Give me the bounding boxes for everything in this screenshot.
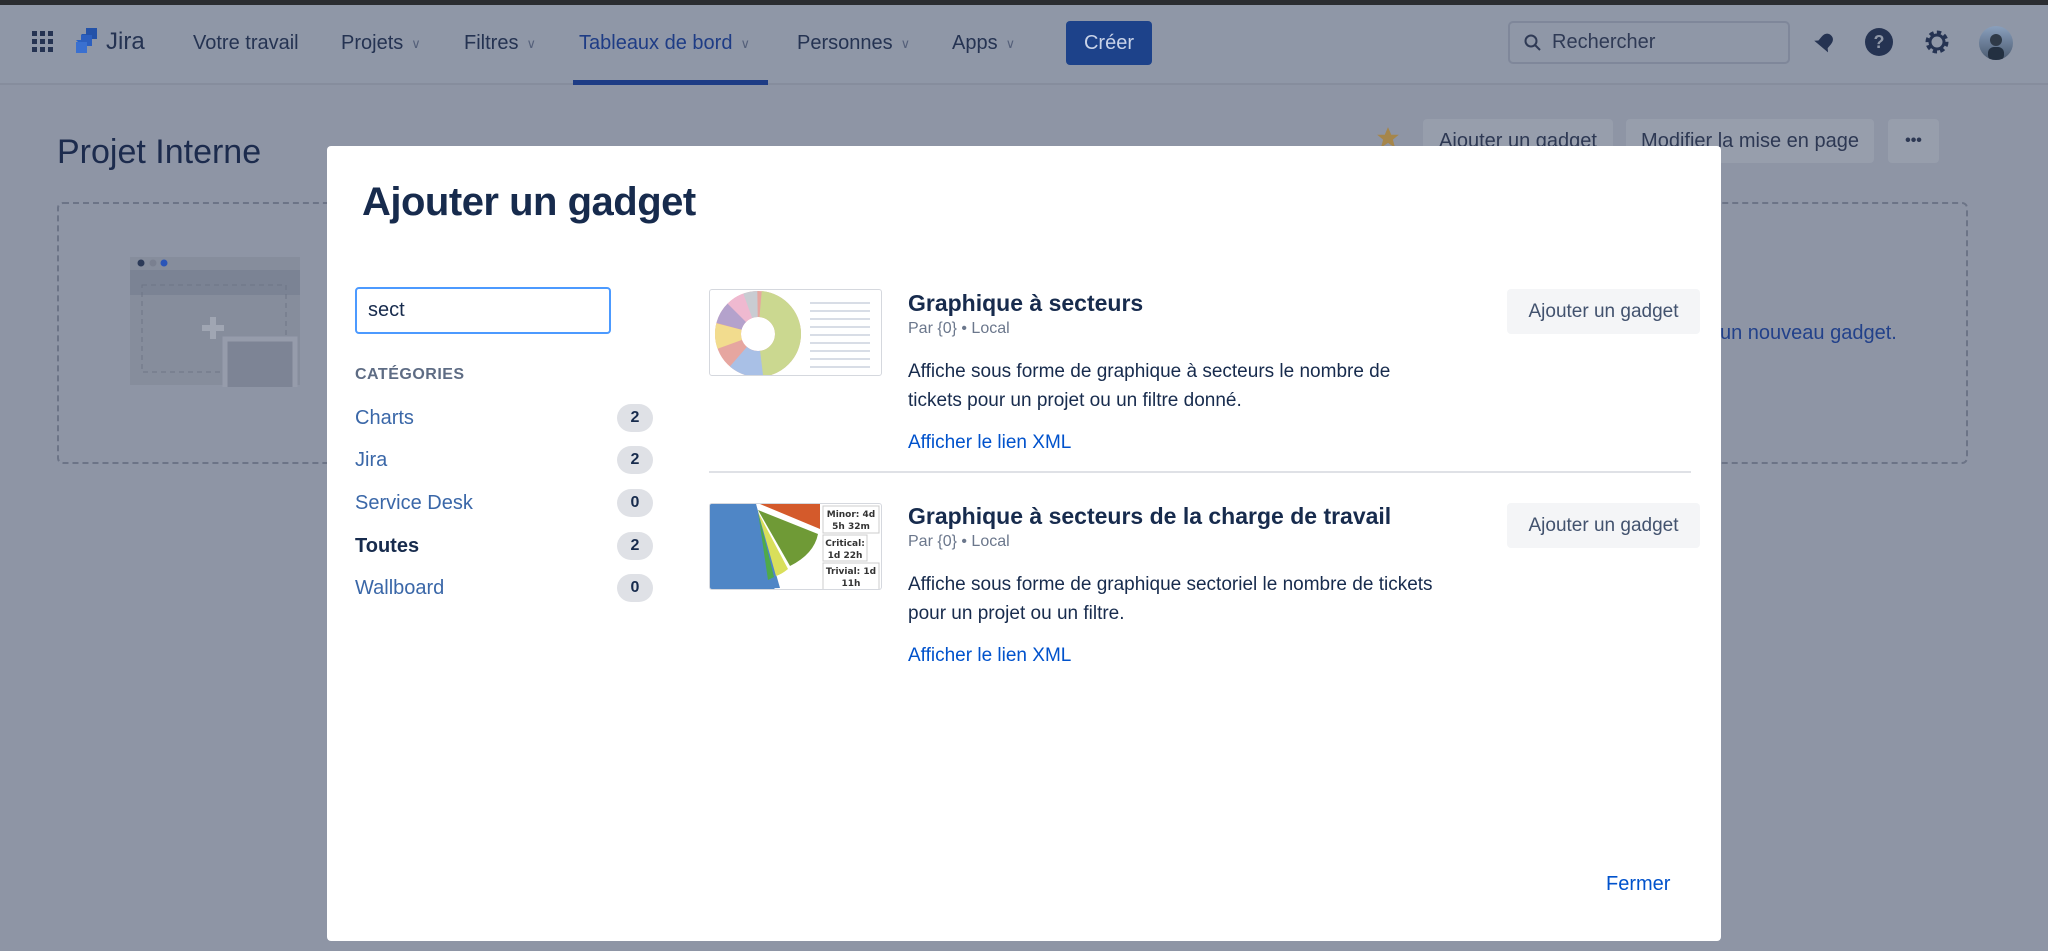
- active-tab-indicator: [573, 80, 768, 85]
- dialog-title: Ajouter un gadget: [362, 180, 696, 224]
- create-button[interactable]: Créer: [1066, 21, 1152, 65]
- nav-your-work[interactable]: Votre travail: [193, 32, 299, 55]
- jira-logo[interactable]: Jira: [74, 28, 145, 56]
- count-badge: 0: [617, 574, 653, 602]
- more-options-button[interactable]: •••: [1888, 119, 1939, 163]
- category-wallboard[interactable]: Wallboard 0: [355, 572, 653, 604]
- svg-text:?: ?: [1874, 32, 1885, 52]
- category-label: Charts: [355, 406, 414, 429]
- chevron-down-icon: ∨: [1005, 35, 1016, 51]
- close-button[interactable]: Fermer: [1606, 873, 1670, 896]
- show-xml-link[interactable]: Afficher le lien XML: [908, 645, 1071, 667]
- empty-dashboard-illustration: [130, 257, 300, 412]
- nav-projects[interactable]: Projets ∨: [341, 32, 421, 55]
- nav-label: Personnes: [797, 32, 893, 54]
- nav-apps[interactable]: Apps ∨: [952, 32, 1015, 55]
- gadget-search-input[interactable]: [355, 287, 611, 334]
- search-input[interactable]: Rechercher: [1508, 21, 1790, 64]
- chevron-down-icon: ∨: [411, 35, 421, 51]
- workload-pie-chart-thumbnail: Minor: 4d 5h 32m Critical: 1d 22h Trivia…: [709, 503, 882, 590]
- nav-label: Projets: [341, 32, 404, 54]
- category-label: Jira: [355, 448, 388, 471]
- gadget-title: Graphique à secteurs: [908, 290, 1144, 316]
- help-icon[interactable]: ?: [1864, 27, 1894, 57]
- category-service-desk[interactable]: Service Desk 0: [355, 487, 653, 519]
- gadget-divider: [709, 471, 1691, 473]
- count-badge: 0: [617, 489, 653, 517]
- thumb-label: Critical:: [825, 539, 865, 549]
- gadget-meta: Par {0} • Local: [908, 533, 1010, 550]
- thumb-label: Trivial: 1d: [826, 567, 876, 577]
- thumb-label: 11h: [842, 579, 861, 589]
- chevron-down-icon: ∨: [900, 35, 911, 51]
- gadget-description: Affiche sous forme de graphique à secteu…: [908, 361, 1391, 411]
- count-badge: 2: [617, 404, 653, 432]
- product-name: Jira: [106, 28, 145, 55]
- search-placeholder: Rechercher: [1552, 31, 1656, 53]
- count-badge: 2: [617, 532, 653, 560]
- top-navigation: Jira Votre travail Projets ∨ Filtres ∨ Tab…: [0, 5, 2048, 85]
- nav-people[interactable]: Personnes ∨: [797, 32, 910, 55]
- nav-filters[interactable]: Filtres ∨: [464, 32, 536, 55]
- page-title: Projet Interne: [57, 133, 262, 171]
- add-new-gadget-link[interactable]: un nouveau gadget.: [1720, 322, 1897, 345]
- category-charts[interactable]: Charts 2: [355, 402, 653, 434]
- thumb-label: Minor: 4d: [827, 510, 876, 520]
- gadget-title: Graphique à secteurs de la charge de tra…: [908, 503, 1392, 529]
- nav-dashboards[interactable]: Tableaux de bord ∨: [579, 32, 750, 55]
- categories-heading: CATÉGORIES: [355, 366, 465, 383]
- app-switcher-icon[interactable]: [30, 29, 56, 55]
- chevron-down-icon: ∨: [526, 35, 536, 51]
- notifications-bell-icon[interactable]: [1810, 27, 1840, 57]
- show-xml-link[interactable]: Afficher le lien XML: [908, 432, 1071, 454]
- search-icon: [1524, 34, 1541, 51]
- thumb-label: 5h 32m: [832, 522, 870, 532]
- jira-logo-icon: [76, 28, 97, 53]
- category-all[interactable]: Toutes 2: [355, 530, 653, 562]
- gadget-meta: Par {0} • Local: [908, 320, 1010, 337]
- user-avatar[interactable]: [1979, 26, 2013, 60]
- nav-label: Votre travail: [193, 32, 299, 54]
- count-badge: 2: [617, 446, 653, 474]
- add-gadget-button[interactable]: Ajouter un gadget: [1507, 289, 1700, 334]
- chevron-down-icon: ∨: [740, 35, 750, 51]
- category-label: Wallboard: [355, 576, 445, 599]
- category-label: Toutes: [355, 534, 420, 557]
- gadget-description: Affiche sous forme de graphique sectorie…: [908, 574, 1433, 624]
- nav-label: Filtres: [464, 32, 519, 54]
- category-jira[interactable]: Jira 2: [355, 444, 653, 476]
- category-label: Service Desk: [355, 491, 473, 514]
- thumb-label: 1d 22h: [828, 551, 863, 561]
- pie-chart-thumbnail: [709, 289, 882, 376]
- nav-label: Apps: [952, 32, 998, 54]
- nav-label: Tableaux de bord: [579, 32, 733, 54]
- settings-gear-icon[interactable]: [1922, 27, 1952, 57]
- add-gadget-dialog: Ajouter un gadget CATÉGORIES Charts 2 Jir…: [327, 146, 1721, 941]
- add-gadget-button[interactable]: Ajouter un gadget: [1507, 503, 1700, 548]
